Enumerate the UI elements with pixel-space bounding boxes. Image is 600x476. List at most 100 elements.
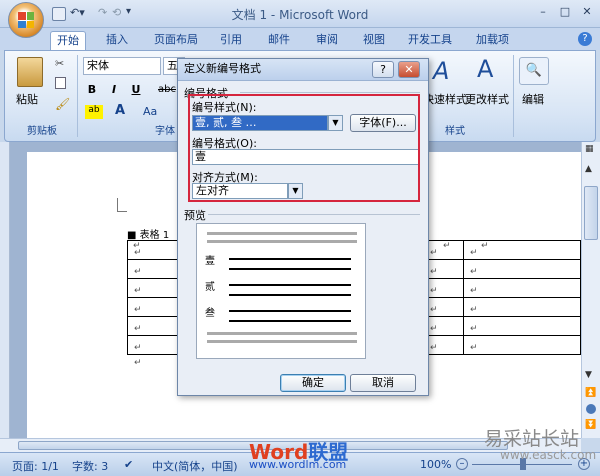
para-mark: ↵: [470, 286, 478, 296]
underline-button[interactable]: U: [127, 81, 145, 99]
zoom-level[interactable]: 100%: [420, 458, 451, 471]
proofing-icon[interactable]: ✔: [124, 458, 133, 471]
preview-label: 预览: [184, 209, 206, 222]
close-window-button[interactable]: ✕: [576, 4, 598, 20]
scroll-down-icon[interactable]: ▼: [585, 370, 592, 380]
clipboard-group-label: 剪贴板: [27, 126, 57, 137]
para-mark: ↵: [134, 267, 142, 277]
next-page-icon[interactable]: ⏬: [585, 420, 596, 430]
tab-review[interactable]: 审阅: [310, 31, 344, 50]
para-mark: ↵: [430, 267, 438, 277]
section-divider: [240, 92, 420, 93]
change-case-icon[interactable]: Aa: [143, 105, 157, 118]
cell-marks-col3: ↵ ↵ ↵ ↵ ↵ ↵: [430, 244, 438, 358]
maximize-button[interactable]: □: [554, 4, 576, 20]
tab-view[interactable]: 视图: [357, 31, 391, 50]
vertical-scrollbar[interactable]: ▦ ▲ ▼ ⏫ ⏬: [581, 142, 600, 438]
undo-icon[interactable]: ↶▾: [70, 6, 85, 19]
tab-references[interactable]: 引用: [214, 31, 248, 50]
preview-gray-line: [207, 340, 357, 343]
language-status[interactable]: 中文(简体，中国): [152, 458, 238, 474]
vertical-ruler: [0, 142, 10, 438]
cancel-button[interactable]: 取消: [350, 374, 416, 392]
font-name-combo[interactable]: 宋体: [83, 57, 161, 75]
tab-home[interactable]: 开始: [50, 31, 86, 50]
change-styles-label[interactable]: 更改样式: [465, 91, 509, 107]
ok-button[interactable]: 确定: [280, 374, 346, 392]
preview-gray-line: [207, 240, 357, 243]
word-count-status[interactable]: 字数: 3: [72, 458, 108, 474]
para-mark: ↵: [430, 324, 438, 334]
ribbon-tabs: 开始 插入 页面布局 引用 邮件 审阅 视图 开发工具 加载项 ?: [0, 28, 600, 50]
qat-dropdown-icon[interactable]: ▾: [126, 6, 131, 17]
browse-object-icon[interactable]: [586, 404, 596, 414]
scroll-thumb[interactable]: [584, 186, 598, 240]
zoom-out-icon[interactable]: –: [456, 458, 468, 470]
preview-line: [229, 268, 351, 270]
page-count-status[interactable]: 页面: 1/1: [12, 458, 59, 474]
minimize-button[interactable]: –: [532, 4, 554, 20]
table-line: [463, 240, 464, 354]
prev-page-icon[interactable]: ⏫: [585, 388, 596, 398]
para-mark: ↵: [430, 343, 438, 353]
highlight-icon[interactable]: ab: [85, 105, 103, 119]
preview-gray-line: [207, 232, 357, 235]
window-title: 文档 1 - Microsoft Word: [231, 8, 369, 22]
margin-corner-mark: [117, 198, 127, 212]
preview-box: 壹 贰 叁: [196, 223, 366, 359]
quick-styles-icon[interactable]: A: [433, 57, 449, 85]
cut-icon[interactable]: ✂: [55, 57, 64, 70]
para-mark: ↵: [430, 248, 438, 258]
copy-icon[interactable]: [55, 77, 66, 89]
table-line: [127, 240, 128, 354]
ruler-toggle-icon[interactable]: ▦: [585, 144, 594, 154]
preview-line: [229, 284, 351, 286]
preview-item-2: 贰: [205, 282, 215, 293]
paste-icon[interactable]: [17, 57, 43, 87]
para-mark: ↵: [470, 267, 478, 277]
font-color-icon[interactable]: A: [115, 103, 125, 118]
table-line: [580, 240, 581, 354]
ribbon-separator: [77, 55, 78, 137]
format-painter-icon[interactable]: 🖌: [55, 97, 70, 111]
preview-line: [229, 294, 351, 296]
tab-mailings[interactable]: 邮件: [262, 31, 296, 50]
section-divider: [208, 214, 420, 215]
scroll-up-icon[interactable]: ▲: [585, 164, 592, 174]
title-bar: 文档 1 - Microsoft Word ↶▾ ↷ ⟲ ▾ – □ ✕: [0, 0, 600, 28]
preview-line: [229, 258, 351, 260]
para-mark: ↵: [470, 343, 478, 353]
dialog-close-button[interactable]: ✕: [398, 61, 420, 78]
help-icon[interactable]: ?: [578, 32, 592, 46]
preview-item-3: 叁: [205, 308, 215, 319]
redo-icon[interactable]: ↷: [98, 6, 107, 19]
bold-button[interactable]: B: [83, 81, 101, 99]
wordlm-url: www.wordlm.com: [249, 458, 347, 471]
highlight-annotation-box: [188, 94, 420, 202]
tab-addins[interactable]: 加载项: [470, 31, 515, 50]
easck-watermark: 易采站长站: [484, 428, 580, 450]
table-caption: ■ 表格 1: [127, 230, 170, 241]
repeat-icon[interactable]: ⟲: [112, 6, 121, 19]
preview-item-1: 壹: [205, 256, 215, 267]
office-logo-icon: [18, 12, 34, 28]
para-mark: ↵: [134, 324, 142, 334]
editing-label[interactable]: 编辑: [522, 91, 544, 107]
paste-label[interactable]: 粘贴: [16, 91, 38, 107]
italic-button[interactable]: I: [105, 81, 123, 99]
quick-styles-label[interactable]: 快速样式: [423, 91, 467, 107]
find-binoculars-icon[interactable]: 🔍: [519, 57, 549, 85]
dialog-help-button[interactable]: ?: [372, 61, 394, 78]
tab-page-layout[interactable]: 页面布局: [148, 31, 204, 50]
preview-line: [229, 310, 351, 312]
para-mark: ↵: [134, 358, 142, 368]
tab-developer[interactable]: 开发工具: [402, 31, 458, 50]
styles-group-label: 样式: [445, 126, 465, 137]
office-button[interactable]: [8, 2, 44, 38]
change-styles-icon[interactable]: A: [477, 55, 493, 83]
strikethrough-button[interactable]: abc: [155, 81, 179, 99]
save-icon[interactable]: [52, 7, 66, 21]
cell-marks-col1: ↵ ↵ ↵ ↵ ↵ ↵: [134, 244, 142, 358]
tab-insert[interactable]: 插入: [100, 31, 134, 50]
preview-gray-line: [207, 332, 357, 335]
